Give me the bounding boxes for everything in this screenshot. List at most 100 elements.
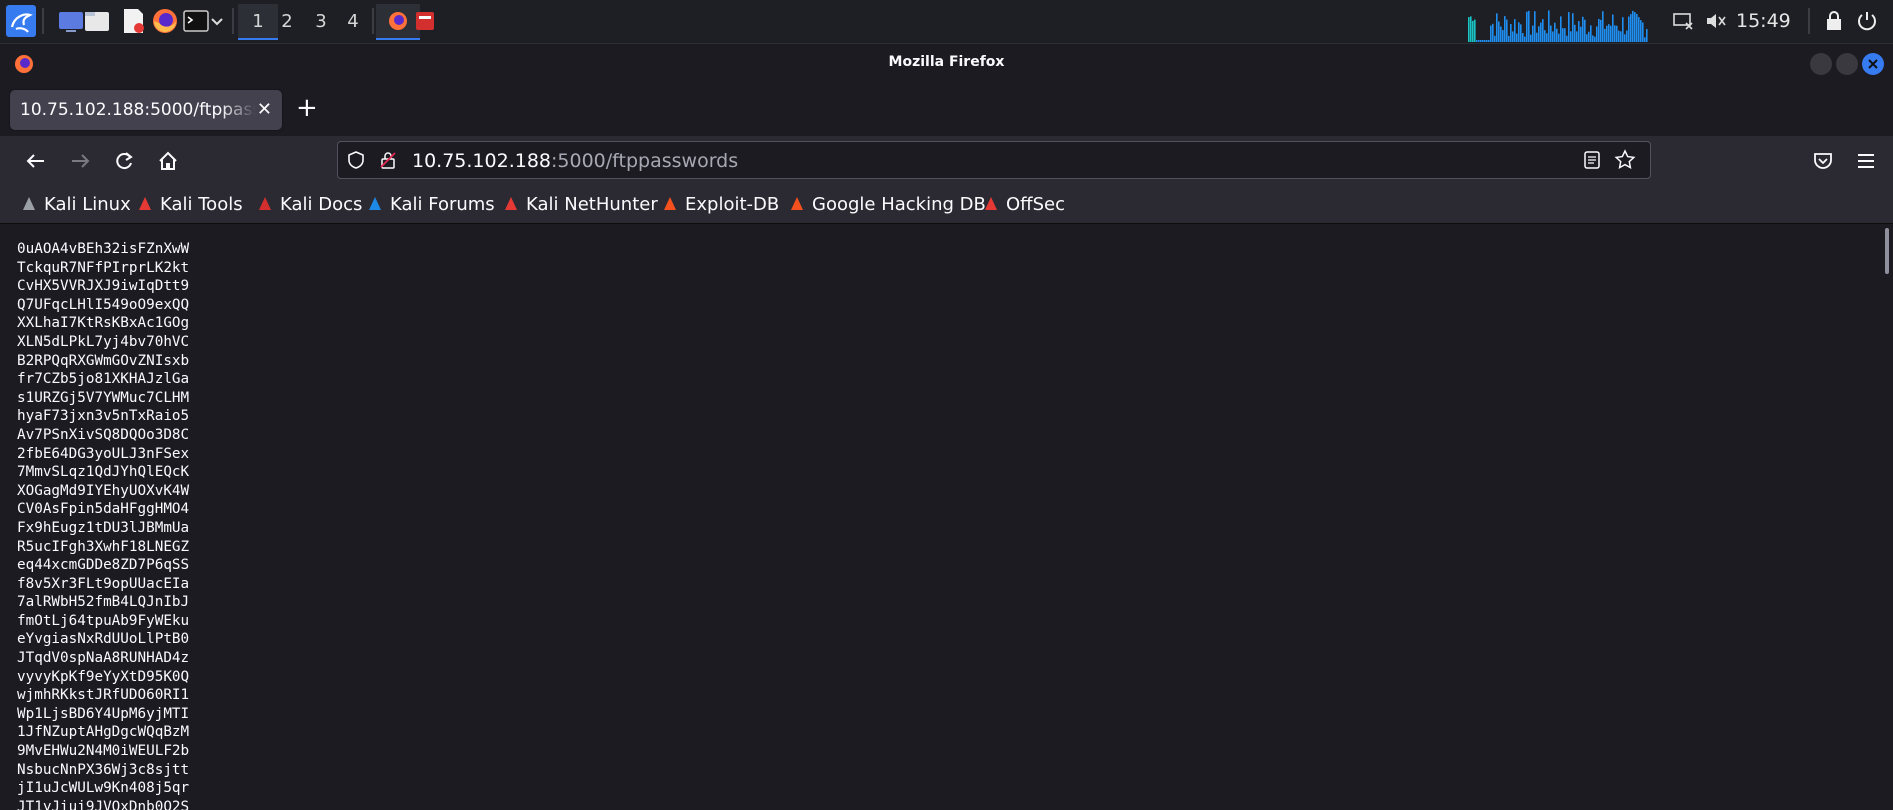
volume-muted-icon[interactable] [1704, 10, 1728, 32]
graph-bar [1558, 33, 1560, 42]
bookmark-exploit-db[interactable]: Exploit-DB [661, 194, 779, 216]
tab-close-icon[interactable]: ✕ [257, 99, 272, 120]
url-path: :5000/ftppasswords [551, 150, 739, 172]
graph-bar [1474, 19, 1476, 42]
graph-bar [1550, 25, 1552, 42]
new-tab-button[interactable]: + [296, 94, 318, 122]
graph-bar [1472, 20, 1474, 42]
graph-bar [1498, 21, 1500, 42]
password-line: s1URZGj5V7YWMuc7CLHM [17, 389, 190, 406]
ghdb-icon [788, 195, 806, 213]
kali-forums-icon [366, 195, 384, 213]
graph-bar [1556, 28, 1558, 42]
password-line: hyaF73jxn3v5nTxRaio5 [17, 408, 190, 425]
back-button[interactable] [20, 145, 52, 177]
taskbar-app[interactable] [406, 4, 450, 40]
lock-icon[interactable] [1824, 10, 1844, 32]
kali-menu-icon[interactable] [6, 5, 36, 37]
graph-bar [1488, 40, 1490, 42]
clock[interactable]: 15:49 [1736, 10, 1791, 32]
graph-bar [1576, 31, 1578, 42]
file-manager-icon[interactable] [84, 8, 110, 34]
home-button[interactable] [152, 145, 184, 177]
tab-ftppasswords[interactable]: 10.75.102.188:5000/ftppasswords ✕ [10, 90, 282, 130]
menu-icon[interactable] [1850, 145, 1882, 177]
graph-bar [1522, 33, 1524, 42]
kali-dragon-icon [20, 195, 38, 213]
graph-bar [1570, 31, 1572, 42]
graph-bar [1486, 40, 1488, 42]
password-line: 1JfNZuptAHgDgcWQqBzM [17, 724, 190, 741]
password-line: fr7CZb5jo81XKHAJzlGa [17, 371, 190, 388]
url-text[interactable]: 10.75.102.188:5000/ftppasswords [412, 150, 738, 172]
page-content: 0uAOA4vBEh32isFZnXwW TckquR7NFfPIrprLK2kt… [0, 224, 1893, 810]
graph-bar [1626, 30, 1628, 42]
shield-icon[interactable] [346, 150, 366, 170]
url-bar[interactable]: 10.75.102.188:5000/ftppasswords [337, 141, 1651, 179]
graph-bar [1580, 26, 1582, 42]
bookmark-offsec[interactable]: OffSec [982, 194, 1065, 216]
reader-view-icon[interactable] [1582, 150, 1602, 170]
graph-bar [1506, 19, 1508, 42]
password-line: fmOtLj64tpuAb9FyWEku [17, 612, 190, 629]
graph-bar [1636, 13, 1638, 42]
text-editor-icon[interactable] [120, 8, 146, 34]
graph-bar [1622, 17, 1624, 42]
password-line: f8v5Xr3FLt9opUUacEIa [17, 575, 190, 592]
screen-icon[interactable] [1672, 10, 1694, 32]
graph-bar [1494, 35, 1496, 42]
tab-label: 10.75.102.188:5000/ftppasswords [20, 100, 256, 120]
power-icon[interactable] [1856, 10, 1878, 32]
minimize-button[interactable] [1810, 53, 1832, 75]
graph-bar [1512, 31, 1514, 42]
graph-bar [1526, 11, 1528, 42]
graph-bar [1480, 40, 1482, 42]
bookmark-kali-tools[interactable]: Kali Tools [136, 194, 243, 216]
graph-bar [1534, 11, 1536, 42]
graph-bar [1604, 28, 1606, 42]
forward-button[interactable] [64, 145, 96, 177]
close-button[interactable] [1862, 53, 1884, 75]
password-line: B2RPQqRXGWmGOvZNIsxb [17, 352, 190, 369]
graph-bar [1492, 23, 1494, 42]
bookmark-kali-forums[interactable]: Kali Forums [366, 194, 495, 216]
graph-bar [1532, 25, 1534, 42]
terminal-icon[interactable] [183, 8, 209, 34]
bookmark-kali-docs[interactable]: Kali Docs [256, 194, 362, 216]
password-line: Q7UFqcLHlI549oO9exQQ [17, 296, 190, 313]
pocket-icon[interactable] [1807, 145, 1839, 177]
chevron-down-icon[interactable] [209, 8, 225, 34]
nethunter-icon [502, 195, 520, 213]
graph-bar [1598, 18, 1600, 42]
graph-bar [1540, 22, 1542, 42]
bookmark-star-icon[interactable] [1614, 149, 1636, 171]
bookmark-kali-linux[interactable]: Kali Linux [20, 194, 131, 216]
graph-bar [1608, 24, 1610, 42]
password-line: NsbucNnPX36Wj3c8sjtt [17, 761, 190, 778]
graph-bar [1628, 16, 1630, 42]
workspace-4[interactable]: 4 [333, 4, 373, 40]
window-titlebar[interactable]: Mozilla Firefox [0, 44, 1893, 84]
graph-bar [1544, 30, 1546, 42]
graph-bar [1520, 24, 1522, 42]
insecure-lock-icon[interactable] [378, 150, 398, 170]
graph-bar [1596, 26, 1598, 42]
bookmark-google-hacking-db[interactable]: Google Hacking DB [788, 194, 986, 216]
panel-separator [1808, 8, 1810, 34]
password-line: XOGagMd9IYEhyUOXvK4W [17, 482, 190, 499]
firefox-icon[interactable] [152, 8, 178, 34]
reload-button[interactable] [108, 145, 140, 177]
desktop-icon[interactable] [58, 8, 84, 34]
bookmark-kali-nethunter[interactable]: Kali NetHunter [502, 194, 658, 216]
graph-bar [1640, 20, 1642, 42]
maximize-button[interactable] [1836, 53, 1858, 75]
scrollbar[interactable] [1885, 228, 1889, 274]
graph-bar [1618, 30, 1620, 42]
bookmark-label: Kali Tools [160, 194, 243, 215]
offsec-icon [982, 195, 1000, 213]
password-line: eq44xcmGDDe8ZD7P6qSS [17, 557, 190, 574]
graph-bar [1542, 19, 1544, 42]
bookmark-label: Kali Forums [390, 194, 495, 215]
graph-bar [1588, 31, 1590, 42]
graph-bar [1500, 26, 1502, 42]
